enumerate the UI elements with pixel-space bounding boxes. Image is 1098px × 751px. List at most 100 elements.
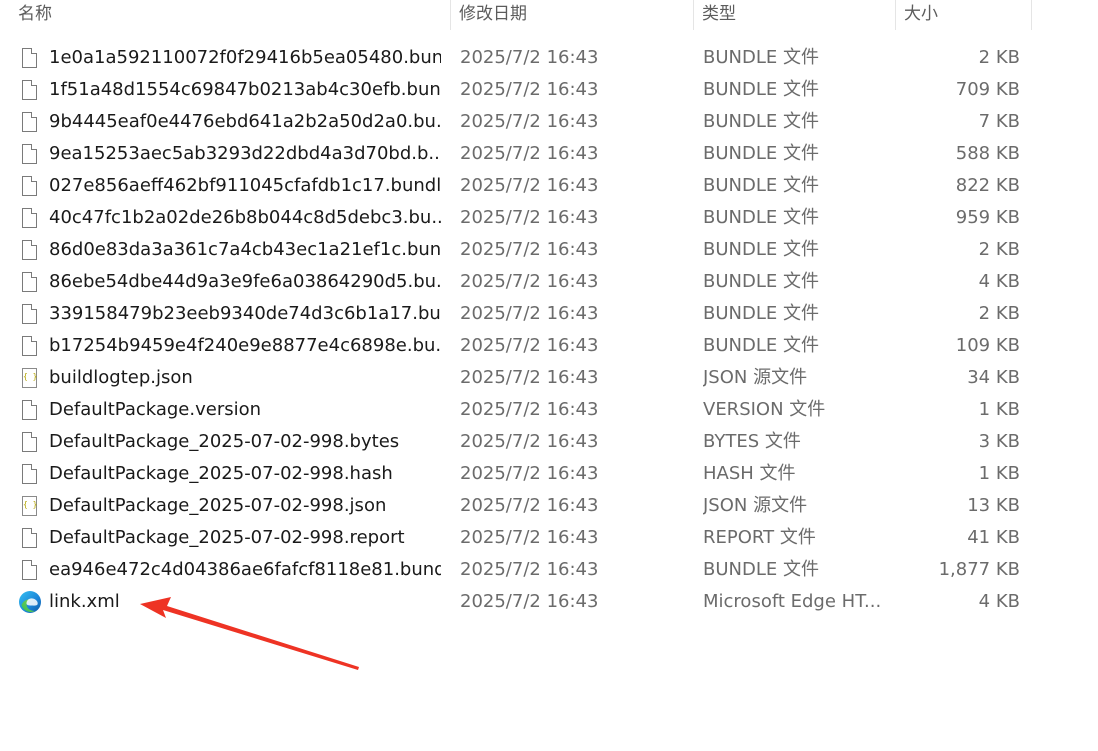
- file-row[interactable]: 40c47fc1b2a02de26b8b044c8d5debc3.bu... 20…: [0, 202, 1040, 234]
- file-icon: [22, 271, 38, 292]
- file-size: 7 KB: [978, 111, 1020, 132]
- file-type: Microsoft Edge HT...: [703, 591, 882, 612]
- file-row[interactable]: DefaultPackage.version 2025/7/2 16:43 VERS…: [0, 394, 1040, 426]
- column-header-size[interactable]: 大小: [896, 0, 1032, 30]
- file-icon: [22, 399, 38, 420]
- file-icon: [22, 463, 38, 484]
- file-size: 34 KB: [967, 367, 1020, 388]
- file-name: DefaultPackage.version: [49, 399, 262, 420]
- file-row[interactable]: 86ebe54dbe44d9a3e9fe6a03864290d5.bu... 20…: [0, 266, 1040, 298]
- file-size: 2 KB: [978, 47, 1020, 68]
- file-name: DefaultPackage_2025-07-02-998.bytes: [49, 431, 400, 452]
- column-header-date[interactable]: 修改日期: [451, 0, 694, 30]
- file-icon-cell: [18, 394, 44, 426]
- file-row[interactable]: DefaultPackage_2025-07-02-998.hash 2025/7…: [0, 458, 1040, 490]
- file-modified-date: 2025/7/2 16:43: [460, 47, 599, 68]
- file-type: BUNDLE 文件: [703, 175, 819, 196]
- file-modified-date: 2025/7/2 16:43: [460, 111, 599, 132]
- file-modified-date: 2025/7/2 16:43: [460, 175, 599, 196]
- file-row[interactable]: { } DefaultPackage_2025-07-02-998.json 202…: [0, 490, 1040, 522]
- file-modified-date: 2025/7/2 16:43: [460, 399, 599, 420]
- file-icon-cell: [18, 234, 44, 266]
- file-icon: [22, 175, 38, 196]
- file-modified-date: 2025/7/2 16:43: [460, 303, 599, 324]
- json-file-icon: { }: [22, 368, 37, 388]
- file-modified-date: 2025/7/2 16:43: [460, 463, 599, 484]
- file-name: 1e0a1a592110072f0f29416b5ea05480.bun...: [49, 47, 441, 68]
- file-type: BUNDLE 文件: [703, 207, 819, 228]
- file-type: JSON 源文件: [703, 495, 808, 516]
- file-icon-cell: [18, 522, 44, 554]
- file-row[interactable]: link.xml 2025/7/2 16:43 Microsoft Edge HT.…: [0, 586, 1040, 618]
- file-row[interactable]: 339158479b23eeb9340de74d3c6b1a17.bu... 20…: [0, 298, 1040, 330]
- file-size: 3 KB: [978, 431, 1020, 452]
- file-icon: [22, 79, 38, 100]
- file-icon: [22, 303, 38, 324]
- file-row[interactable]: 9b4445eaf0e4476ebd641a2b2a50d2a0.bu... 20…: [0, 106, 1040, 138]
- file-type: BUNDLE 文件: [703, 143, 819, 164]
- file-row[interactable]: 86d0e83da3a361c7a4cb43ec1a21ef1c.bun... 2…: [0, 234, 1040, 266]
- file-icon-cell: [18, 170, 44, 202]
- file-icon-cell: [18, 42, 44, 74]
- file-modified-date: 2025/7/2 16:43: [460, 559, 599, 580]
- file-modified-date: 2025/7/2 16:43: [460, 143, 599, 164]
- file-row[interactable]: 1f51a48d1554c69847b0213ab4c30efb.bun... 2…: [0, 74, 1040, 106]
- file-type: HASH 文件: [703, 463, 796, 484]
- file-modified-date: 2025/7/2 16:43: [460, 367, 599, 388]
- file-name: ea946e472c4d04386ae6fafcf8118e81.bund...: [49, 559, 441, 580]
- file-type: JSON 源文件: [703, 367, 808, 388]
- file-row[interactable]: ea946e472c4d04386ae6fafcf8118e81.bund...…: [0, 554, 1040, 586]
- column-header-name[interactable]: 名称: [10, 0, 451, 30]
- file-modified-date: 2025/7/2 16:43: [460, 79, 599, 100]
- file-list: 1e0a1a592110072f0f29416b5ea05480.bun... 2…: [0, 42, 1040, 618]
- file-size: 109 KB: [955, 335, 1020, 356]
- file-icon: [22, 111, 38, 132]
- file-name: 339158479b23eeb9340de74d3c6b1a17.bu...: [49, 303, 441, 324]
- file-size: 1,877 KB: [938, 559, 1020, 580]
- file-size: 588 KB: [955, 143, 1020, 164]
- file-icon-cell: { }: [18, 362, 44, 394]
- file-name: DefaultPackage_2025-07-02-998.hash: [49, 463, 393, 484]
- file-name: link.xml: [49, 591, 120, 612]
- file-row[interactable]: 1e0a1a592110072f0f29416b5ea05480.bun... 2…: [0, 42, 1040, 74]
- file-row[interactable]: 9ea15253aec5ab3293d22dbd4a3d70bd.b... 202…: [0, 138, 1040, 170]
- file-name: DefaultPackage_2025-07-02-998.json: [49, 495, 387, 516]
- file-size: 2 KB: [978, 303, 1020, 324]
- file-icon: [22, 431, 38, 452]
- file-icon: [22, 527, 38, 548]
- file-icon: [22, 335, 38, 356]
- file-name: 9b4445eaf0e4476ebd641a2b2a50d2a0.bu...: [49, 111, 441, 132]
- file-modified-date: 2025/7/2 16:43: [460, 239, 599, 260]
- edge-icon: [19, 591, 41, 613]
- file-modified-date: 2025/7/2 16:43: [460, 527, 599, 548]
- file-type: BUNDLE 文件: [703, 79, 819, 100]
- column-header-row: 名称 修改日期 类型 大小: [0, 0, 1032, 32]
- file-row[interactable]: DefaultPackage_2025-07-02-998.report 2025…: [0, 522, 1040, 554]
- file-size: 709 KB: [955, 79, 1020, 100]
- file-size: 1 KB: [978, 463, 1020, 484]
- file-icon-cell: [18, 106, 44, 138]
- file-name: 1f51a48d1554c69847b0213ab4c30efb.bun...: [49, 79, 441, 100]
- file-icon: [22, 207, 38, 228]
- file-modified-date: 2025/7/2 16:43: [460, 431, 599, 452]
- file-type: VERSION 文件: [703, 399, 826, 420]
- file-type: BUNDLE 文件: [703, 303, 819, 324]
- file-size: 2 KB: [978, 239, 1020, 260]
- file-row[interactable]: b17254b9459e4f240e9e8877e4c6898e.bu... 20…: [0, 330, 1040, 362]
- file-type: BUNDLE 文件: [703, 271, 819, 292]
- file-row[interactable]: 027e856aeff462bf911045cfafdb1c17.bundle 2…: [0, 170, 1040, 202]
- file-icon-cell: [18, 74, 44, 106]
- file-type: BUNDLE 文件: [703, 559, 819, 580]
- file-row[interactable]: { } buildlogtep.json 2025/7/2 16:43 JSON 源文…: [0, 362, 1040, 394]
- file-size: 13 KB: [967, 495, 1020, 516]
- file-type: BUNDLE 文件: [703, 335, 819, 356]
- file-size: 41 KB: [967, 527, 1020, 548]
- file-icon-cell: [18, 426, 44, 458]
- file-row[interactable]: DefaultPackage_2025-07-02-998.bytes 2025/…: [0, 426, 1040, 458]
- file-icon: [22, 559, 38, 580]
- file-size: 959 KB: [955, 207, 1020, 228]
- file-icon: [22, 47, 38, 68]
- file-modified-date: 2025/7/2 16:43: [460, 207, 599, 228]
- column-header-type[interactable]: 类型: [694, 0, 896, 30]
- file-icon-cell: [18, 266, 44, 298]
